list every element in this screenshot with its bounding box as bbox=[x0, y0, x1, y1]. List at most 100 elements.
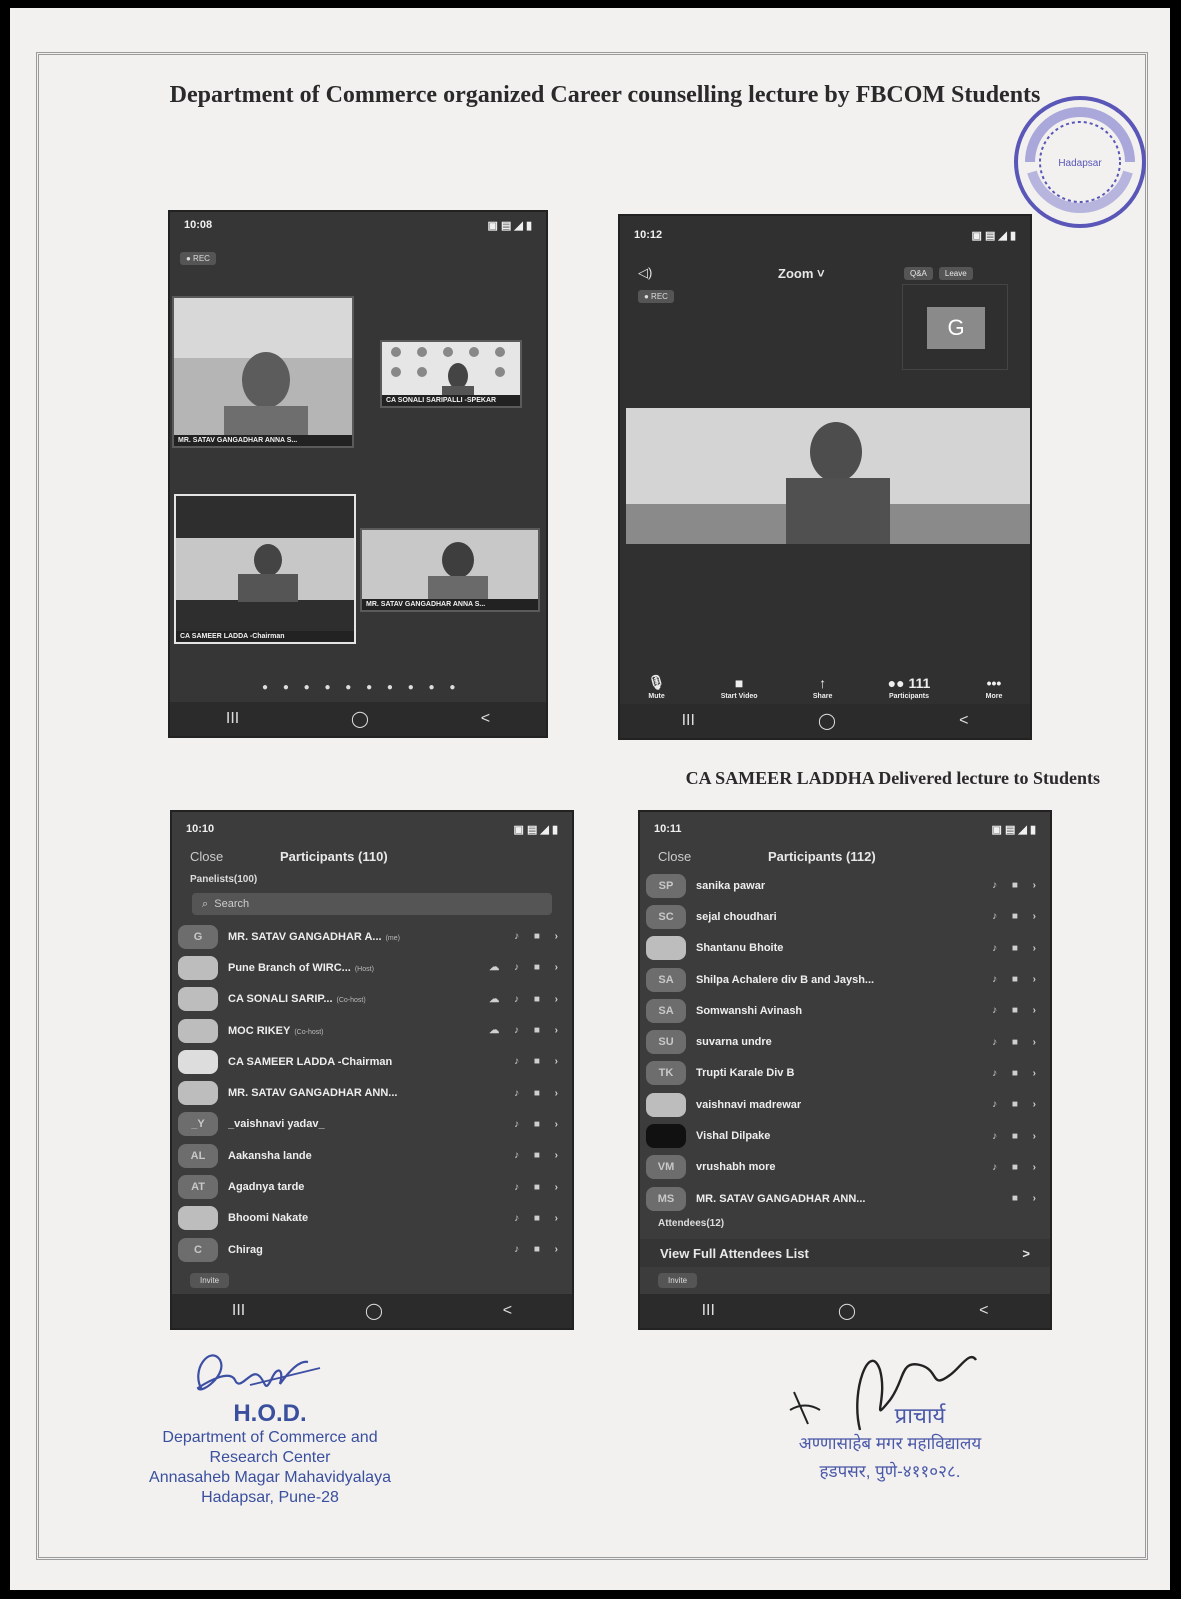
list-item[interactable]: CA SAMEER LADDA -Chairman ♪ ■ › bbox=[172, 1046, 572, 1077]
view-full-attendees-button[interactable]: View Full Attendees List > bbox=[640, 1239, 1050, 1268]
status-icons: ▣ ▤ ◢ ▮ bbox=[513, 823, 558, 836]
list-item[interactable]: MS MR. SATAV GANGADHAR ANN... ■ › bbox=[640, 1183, 1050, 1214]
participant-name: sanika pawar bbox=[696, 879, 766, 892]
more-icon: ••• bbox=[986, 675, 1002, 691]
list-item[interactable]: SA Shilpa Achalere div B and Jaysh... ♪ ■ … bbox=[640, 964, 1050, 995]
share-button[interactable]: ↑ Share bbox=[813, 675, 832, 700]
avatar bbox=[178, 1081, 218, 1106]
video-tile-sameer[interactable]: CA SAMEER LADDA -Chairman bbox=[174, 494, 356, 644]
list-item[interactable]: G MR. SATAV GANGADHAR A... (me) ♪ ■ › bbox=[172, 921, 572, 952]
home-button[interactable]: ◯ bbox=[818, 711, 836, 731]
screenshot-speaker-view: 10:12 ▣ ▤ ◢ ▮ ◁) Zoom ˅ Q&A Leave ● REC … bbox=[618, 214, 1032, 740]
invite-button[interactable]: Invite bbox=[190, 1273, 230, 1288]
self-view-tile[interactable]: G bbox=[902, 284, 1008, 370]
participant-list: SP sanika pawar ♪ ■ › SC sejal choudhari ♪ ■… bbox=[640, 870, 1050, 1214]
chevron-right-icon: > bbox=[1022, 1245, 1030, 1261]
status-icons: ▣ ▤ ◢ ▮ bbox=[991, 823, 1036, 836]
recents-button[interactable]: III bbox=[232, 1302, 245, 1320]
close-button[interactable]: Close bbox=[190, 849, 280, 864]
leave-button[interactable]: Leave bbox=[938, 266, 973, 280]
avatar: TK bbox=[646, 1061, 686, 1086]
video-tile-satav-2[interactable]: MR. SATAV GANGADHAR ANNA S... bbox=[360, 528, 540, 612]
mic-video-icons: ♪ ■ › bbox=[992, 911, 1042, 923]
participants-header: Close Participants (112) bbox=[640, 842, 1050, 870]
participants-header: Close Participants (110) bbox=[172, 842, 572, 870]
mic-video-icons: ♪ ■ › bbox=[992, 1005, 1042, 1017]
list-item[interactable]: Vishal Dilpake ♪ ■ › bbox=[640, 1120, 1050, 1151]
avatar bbox=[646, 936, 686, 961]
zoom-menu[interactable]: Zoom ˅ bbox=[778, 266, 898, 281]
mic-video-icons: ♪ ■ › bbox=[992, 1130, 1042, 1142]
recents-button[interactable]: III bbox=[682, 712, 695, 730]
principal-title: प्राचार्य bbox=[894, 1403, 946, 1428]
list-item[interactable]: C Chirag ♪ ■ › bbox=[172, 1234, 572, 1265]
avatar bbox=[178, 987, 218, 1012]
android-nav-bar: III ◯ < bbox=[620, 704, 1030, 738]
list-item[interactable]: AL Aakansha lande ♪ ■ › bbox=[172, 1140, 572, 1171]
photo-caption: CA SAMEER LADDHA Delivered lecture to St… bbox=[685, 768, 1100, 788]
video-tile-sonali[interactable]: CA SONALI SARIPALLI -SPEKAR bbox=[380, 340, 522, 408]
role-tag: (Co-host) bbox=[336, 997, 366, 1005]
list-item[interactable]: SA Somwanshi Avinash ♪ ■ › bbox=[640, 995, 1050, 1026]
attendees-section-label: Attendees(12) bbox=[658, 1218, 725, 1230]
mic-video-icons: ☁ ♪ ■ › bbox=[489, 993, 564, 1005]
status-icons: ▣ ▤ ◢ ▮ bbox=[971, 229, 1016, 242]
list-item[interactable]: SP sanika pawar ♪ ■ › bbox=[640, 870, 1050, 901]
back-button[interactable]: < bbox=[503, 1302, 512, 1320]
back-button[interactable]: < bbox=[481, 710, 490, 728]
mic-video-icons: ♪ ■ › bbox=[992, 1036, 1042, 1048]
active-speaker-video[interactable] bbox=[626, 408, 1030, 544]
list-item[interactable]: CA SONALI SARIP... (Co-host) ☁ ♪ ■ › bbox=[172, 984, 572, 1015]
back-button[interactable]: < bbox=[959, 712, 968, 730]
close-button[interactable]: Close bbox=[658, 849, 768, 864]
more-button[interactable]: ••• More bbox=[986, 675, 1003, 700]
list-item[interactable]: MR. SATAV GANGADHAR ANN... ♪ ■ › bbox=[172, 1077, 572, 1108]
search-icon: ⌕ bbox=[202, 897, 215, 910]
invite-button[interactable]: Invite bbox=[658, 1273, 698, 1288]
status-time: 10:12 bbox=[634, 229, 663, 241]
qa-button[interactable]: Q&A bbox=[904, 266, 933, 280]
participant-name: CA SAMEER LADDA -Chairman bbox=[228, 1055, 393, 1068]
participants-button[interactable]: ●● 111 Participants bbox=[888, 675, 931, 700]
mic-video-icons: ♪ ■ › bbox=[514, 1087, 564, 1099]
list-item[interactable]: TK Trupti Karale Div B ♪ ■ › bbox=[640, 1058, 1050, 1089]
start-video-button[interactable]: ■ Start Video bbox=[721, 675, 758, 700]
participant-name: Pune Branch of WIRC... bbox=[228, 961, 351, 974]
mute-button[interactable]: 🎙 Mute bbox=[648, 674, 666, 700]
search-input[interactable]: ⌕ Search bbox=[192, 893, 552, 915]
svg-text:Hadapsar: Hadapsar bbox=[1058, 158, 1102, 169]
principal-line: अण्णासाहेब मगर महाविद्यालय bbox=[798, 1434, 982, 1453]
avatar: MS bbox=[646, 1186, 686, 1211]
list-item[interactable]: AT Agadnya tarde ♪ ■ › bbox=[172, 1171, 572, 1202]
speaker-icon[interactable]: ◁) bbox=[638, 265, 778, 281]
rec-indicator: ● REC bbox=[638, 290, 674, 303]
avatar bbox=[646, 1124, 686, 1149]
home-button[interactable]: ◯ bbox=[838, 1301, 856, 1321]
screenshot-participants-112: 10:11 ▣ ▤ ◢ ▮ Close Participants (112) S… bbox=[638, 810, 1052, 1330]
microphone-icon: 🎙 bbox=[647, 674, 666, 690]
rec-indicator: ● REC bbox=[180, 252, 216, 265]
recents-button[interactable]: III bbox=[702, 1302, 715, 1320]
list-item[interactable]: VM vrushabh more ♪ ■ › bbox=[640, 1152, 1050, 1183]
mic-video-icons: ♪ ■ › bbox=[992, 1161, 1042, 1173]
list-item[interactable]: SU suvarna undre ♪ ■ › bbox=[640, 1026, 1050, 1057]
back-button[interactable]: < bbox=[979, 1302, 988, 1320]
mic-video-icons: ♪ ■ › bbox=[992, 942, 1042, 954]
list-item[interactable]: MOC RIKEY (Co-host) ☁ ♪ ■ › bbox=[172, 1015, 572, 1046]
list-item[interactable]: Shantanu Bhoite ♪ ■ › bbox=[640, 933, 1050, 964]
list-item[interactable]: Bhoomi Nakate ♪ ■ › bbox=[172, 1203, 572, 1234]
list-item[interactable]: vaishnavi madrewar ♪ ■ › bbox=[640, 1089, 1050, 1120]
recents-button[interactable]: III bbox=[226, 710, 239, 728]
page-indicator-dots[interactable]: ● ● ● ● ● ● ● ● ● ● bbox=[262, 682, 461, 693]
list-item[interactable]: Pune Branch of WIRC... (Host) ☁ ♪ ■ › bbox=[172, 952, 572, 983]
participant-name: Shilpa Achalere div B and Jaysh... bbox=[696, 973, 875, 986]
avatar bbox=[178, 955, 218, 980]
status-bar: 10:10 ▣ ▤ ◢ ▮ bbox=[172, 816, 572, 842]
avatar: G bbox=[178, 924, 218, 949]
home-button[interactable]: ◯ bbox=[365, 1301, 383, 1321]
video-tile-satav-1[interactable]: MR. SATAV GANGADHAR ANNA S... bbox=[172, 296, 354, 448]
status-bar: 10:12 ▣ ▤ ◢ ▮ bbox=[620, 222, 1030, 248]
list-item[interactable]: _Y _vaishnavi yadav_ ♪ ■ › bbox=[172, 1109, 572, 1140]
home-button[interactable]: ◯ bbox=[351, 709, 369, 729]
list-item[interactable]: SC sejal choudhari ♪ ■ › bbox=[640, 901, 1050, 932]
